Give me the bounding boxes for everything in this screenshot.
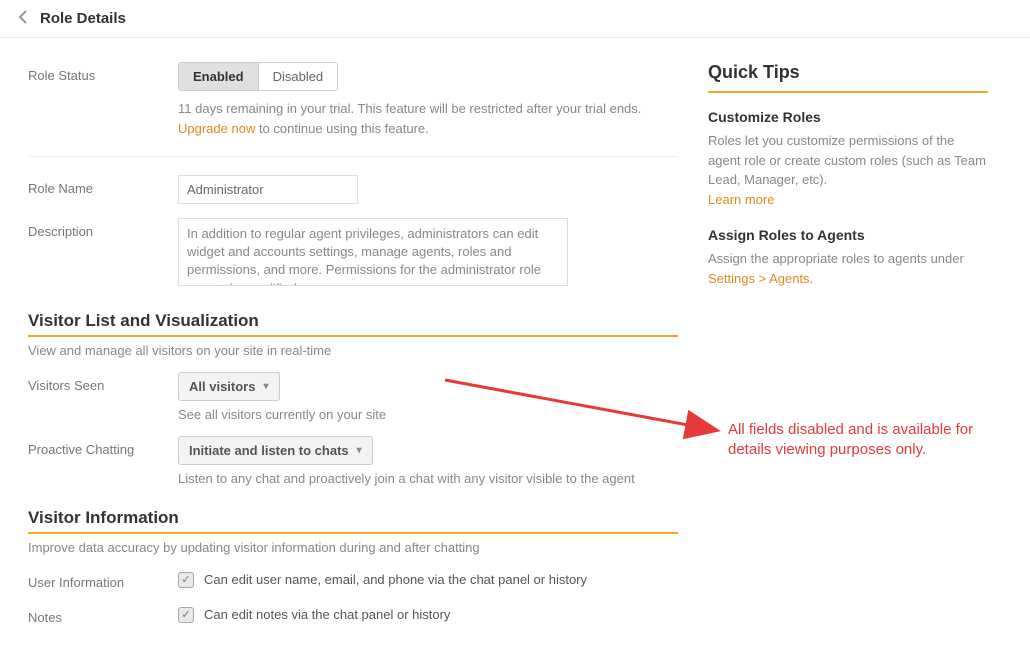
notes-label: Notes xyxy=(28,604,178,625)
user-info-text: Can edit user name, email, and phone via… xyxy=(204,572,587,587)
role-status-label: Role Status xyxy=(28,62,178,138)
main-form: Role Status Enabled Disabled 11 days rem… xyxy=(28,62,678,639)
role-name-label: Role Name xyxy=(28,175,178,204)
role-name-input[interactable] xyxy=(178,175,358,204)
tip-assign-text: Assign the appropriate roles to agents u… xyxy=(708,251,964,266)
notes-checkbox[interactable]: ✓ xyxy=(178,607,194,623)
visitors-seen-help: See all visitors currently on your site xyxy=(178,407,678,422)
user-info-label: User Information xyxy=(28,569,178,590)
description-label: Description xyxy=(28,218,178,289)
tip-assign-title: Assign Roles to Agents xyxy=(708,227,988,243)
upgrade-link[interactable]: Upgrade now xyxy=(178,121,255,136)
tip-customize-title: Customize Roles xyxy=(708,109,988,125)
trial-info: 11 days remaining in your trial. This fe… xyxy=(178,99,678,138)
visitors-seen-label: Visitors Seen xyxy=(28,372,178,422)
chevron-down-icon: ▾ xyxy=(263,381,268,392)
tip-customize-body: Roles let you customize permissions of t… xyxy=(708,131,988,209)
section-title-visitor-list: Visitor List and Visualization xyxy=(28,311,678,341)
upgrade-tail: to continue using this feature. xyxy=(255,121,428,136)
proactive-select[interactable]: Initiate and listen to chats ▾ xyxy=(178,436,373,465)
section-title-visitor-info: Visitor Information xyxy=(28,508,678,538)
learn-more-link[interactable]: Learn more xyxy=(708,192,774,207)
notes-text: Can edit notes via the chat panel or his… xyxy=(204,607,450,622)
enabled-button[interactable]: Enabled xyxy=(179,63,258,90)
settings-agents-link[interactable]: Settings > Agents xyxy=(708,271,810,286)
section-sub-visitor-list: View and manage all visitors on your sit… xyxy=(28,343,678,358)
chevron-down-icon: ▾ xyxy=(357,445,362,456)
proactive-help: Listen to any chat and proactively join … xyxy=(178,471,678,486)
tip-customize-text: Roles let you customize permissions of t… xyxy=(708,133,986,187)
visitors-seen-select[interactable]: All visitors ▾ xyxy=(178,372,280,401)
trial-line: 11 days remaining in your trial. This fe… xyxy=(178,101,641,116)
back-icon[interactable] xyxy=(18,10,28,27)
divider xyxy=(28,156,678,157)
disabled-button[interactable]: Disabled xyxy=(258,63,338,90)
description-textarea[interactable]: In addition to regular agent privileges,… xyxy=(178,218,568,286)
user-info-checkbox[interactable]: ✓ xyxy=(178,572,194,588)
visitors-seen-value: All visitors xyxy=(189,379,255,394)
annotation-text: All fields disabled and is available for… xyxy=(728,420,988,461)
quick-tips-panel: Quick Tips Customize Roles Roles let you… xyxy=(708,62,988,639)
role-status-toggle[interactable]: Enabled Disabled xyxy=(178,62,338,91)
proactive-label: Proactive Chatting xyxy=(28,436,178,486)
tip-assign-body: Assign the appropriate roles to agents u… xyxy=(708,249,988,288)
header-bar: Role Details xyxy=(0,0,1030,38)
quick-tips-title: Quick Tips xyxy=(708,62,988,87)
section-sub-visitor-info: Improve data accuracy by updating visito… xyxy=(28,540,678,555)
proactive-value: Initiate and listen to chats xyxy=(189,443,349,458)
page-title: Role Details xyxy=(40,10,126,27)
